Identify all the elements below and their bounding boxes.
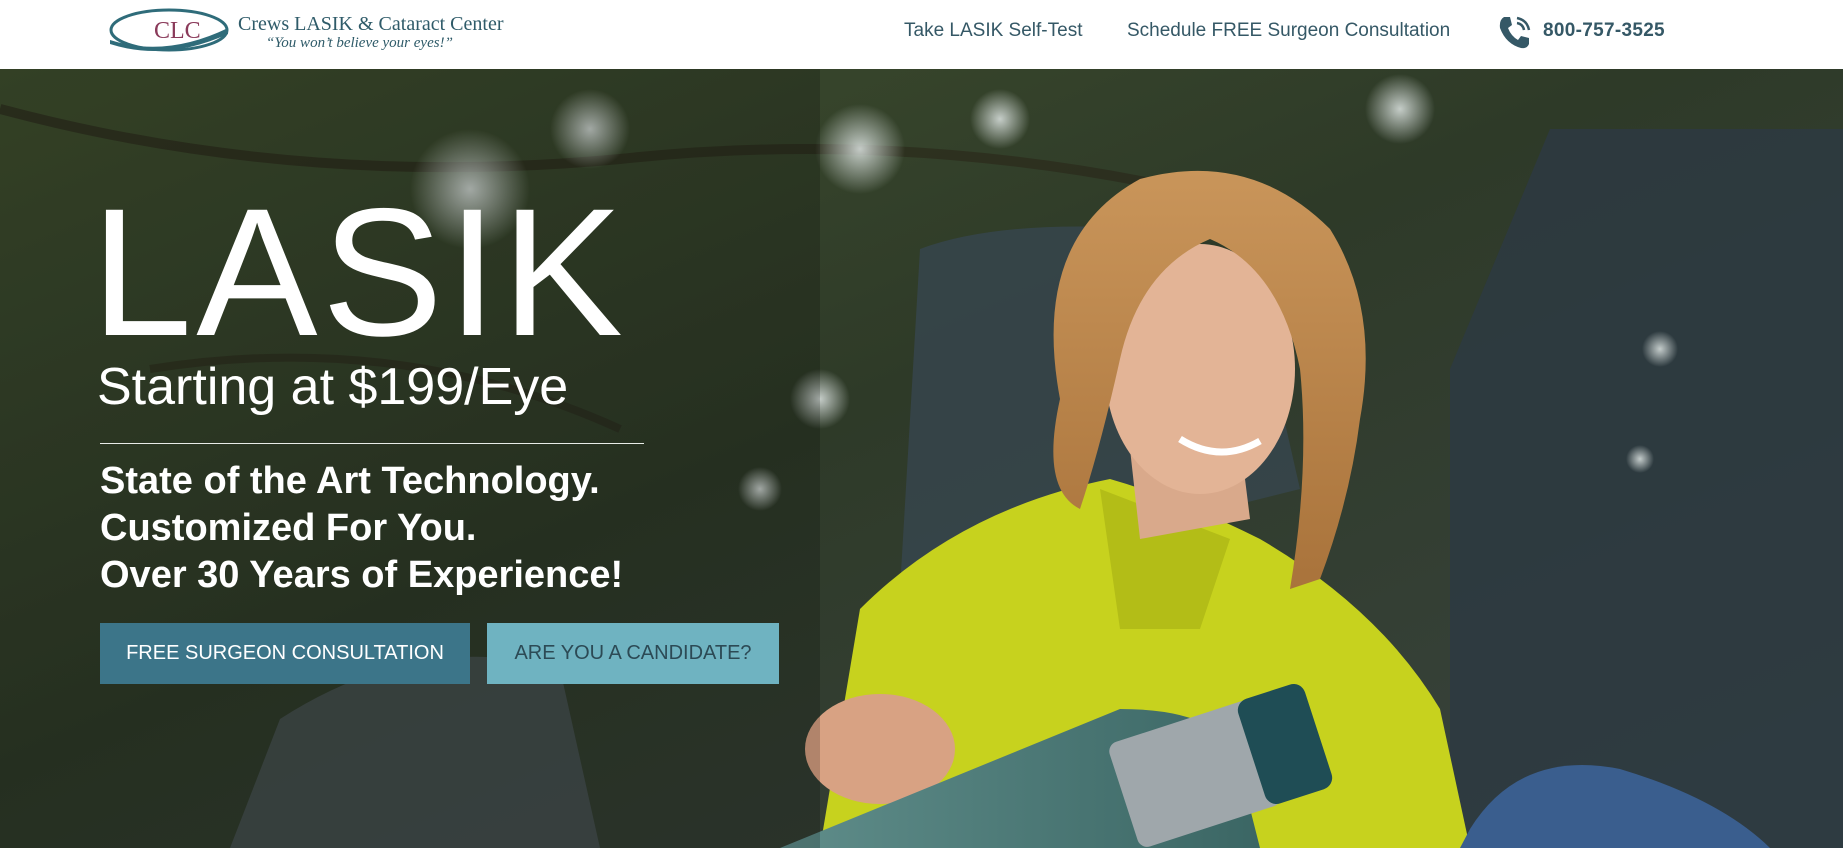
logo-mark-text: CLC xyxy=(154,18,201,44)
nav-self-test-link[interactable]: Take LASIK Self-Test xyxy=(904,20,1082,42)
hero-title: LASIK xyxy=(91,170,627,374)
phone-icon xyxy=(1499,16,1531,49)
hero-feature-line: State of the Art Technology. xyxy=(100,460,600,502)
hero-section: LASIK Starting at $199/Eye State of the … xyxy=(0,69,1843,848)
candidate-button[interactable]: ARE YOU A CANDIDATE? xyxy=(487,623,779,684)
phone-number-link[interactable]: 800-757-3525 xyxy=(1543,20,1665,42)
free-consultation-button[interactable]: FREE SURGEON CONSULTATION xyxy=(100,623,470,684)
clc-logo-mark: CLC xyxy=(109,8,229,52)
hero-feature-line: Over 30 Years of Experience! xyxy=(100,554,624,596)
hero-price: Starting at $199/Eye xyxy=(97,358,569,416)
site-logo[interactable]: CLC Crews LASIK & Cataract Center “You w… xyxy=(106,6,503,56)
nav-consultation-link[interactable]: Schedule FREE Surgeon Consultation xyxy=(1127,20,1450,42)
logo-name: Crews LASIK & Cataract Center xyxy=(238,13,504,35)
hero-divider xyxy=(100,443,644,444)
hero-feature-line: Customized For You. xyxy=(100,507,477,549)
logo-tagline: “You won’t believe your eyes!” xyxy=(266,35,453,51)
site-header: CLC Crews LASIK & Cataract Center “You w… xyxy=(0,0,1843,69)
